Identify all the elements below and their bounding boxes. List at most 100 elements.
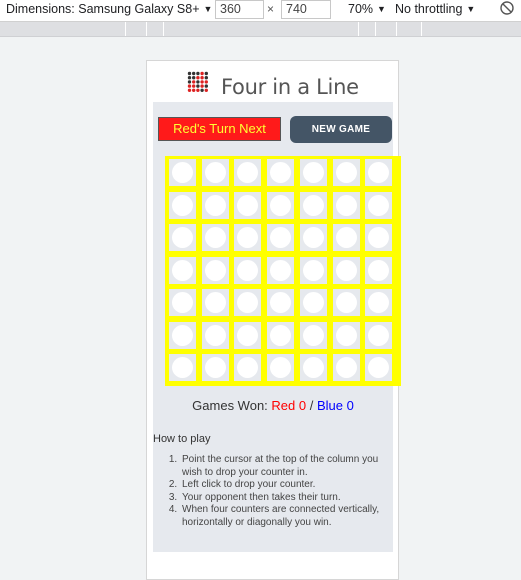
board-slot[interactable] <box>365 224 393 251</box>
board-slot[interactable] <box>299 256 327 284</box>
board-slot[interactable] <box>234 224 262 251</box>
board-slot[interactable] <box>169 159 196 186</box>
board-slot[interactable] <box>365 256 393 284</box>
logo-dot <box>187 88 192 92</box>
board-slot[interactable] <box>332 354 360 381</box>
logo-dot <box>196 88 200 92</box>
board-slot[interactable] <box>169 224 196 251</box>
board-slot[interactable] <box>201 191 229 219</box>
new-game-button[interactable]: NEW GAME <box>290 116 392 143</box>
empty-slot-circle <box>204 194 226 216</box>
board-slot[interactable] <box>332 191 360 219</box>
red-score: Red 0 <box>271 398 307 413</box>
board-slot[interactable] <box>169 289 196 316</box>
empty-slot-circle <box>335 357 357 378</box>
empty-slot-circle <box>270 227 292 248</box>
empty-slot-circle <box>335 162 357 183</box>
empty-slot-circle <box>172 194 193 216</box>
logo-dot <box>187 76 192 80</box>
empty-slot-circle <box>204 357 226 378</box>
throttle-selector[interactable]: No throttling ▼ <box>395 2 475 16</box>
board-slot[interactable] <box>299 159 327 186</box>
board-slot[interactable] <box>332 159 360 186</box>
board-slot[interactable] <box>234 289 262 316</box>
empty-slot-circle <box>302 227 324 248</box>
board-slot[interactable] <box>332 321 360 349</box>
empty-slot-circle <box>237 227 259 248</box>
media-query-marker <box>421 22 422 36</box>
empty-slot-circle <box>237 292 259 313</box>
logo-dot <box>192 84 196 88</box>
empty-slot-circle <box>270 162 292 183</box>
board-slot[interactable] <box>365 354 393 381</box>
how-to-play-list: Point the cursor at the top of the colum… <box>153 454 385 529</box>
board-slot[interactable] <box>201 256 229 284</box>
board-slot[interactable] <box>332 289 360 316</box>
board-slot[interactable] <box>169 256 196 284</box>
logo-dot <box>200 76 204 80</box>
device-selector[interactable]: Dimensions: Samsung Galaxy S8+ ▼ <box>6 2 212 16</box>
board-slot[interactable] <box>201 354 229 381</box>
empty-slot-circle <box>335 292 357 313</box>
device-viewport: Four in a Line Red's Turn Next NEW GAME … <box>146 60 401 580</box>
throttle-label: No throttling <box>395 2 463 16</box>
board-slot[interactable] <box>169 354 196 381</box>
board-slot[interactable] <box>267 224 295 251</box>
board-slot[interactable] <box>234 159 262 186</box>
board-slot[interactable] <box>267 256 295 284</box>
rotate-icon[interactable] <box>499 0 515 19</box>
board-slot[interactable] <box>234 191 262 219</box>
board-slot[interactable] <box>332 256 360 284</box>
board-slot[interactable] <box>365 191 393 219</box>
board-slot[interactable] <box>365 159 393 186</box>
board-slot[interactable] <box>299 354 327 381</box>
empty-slot-circle <box>302 162 324 183</box>
logo-dot <box>200 71 204 76</box>
board-slot[interactable] <box>201 224 229 251</box>
game-board[interactable] <box>165 156 401 386</box>
empty-slot-circle <box>172 227 193 248</box>
device-label: Dimensions: Samsung Galaxy S8+ <box>6 2 200 16</box>
media-query-marker <box>375 22 376 36</box>
logo-dot <box>192 71 196 76</box>
board-slot[interactable] <box>365 321 393 349</box>
width-input[interactable]: 360 <box>215 0 264 19</box>
logo-dot <box>187 84 192 88</box>
board-slot[interactable] <box>332 224 360 251</box>
empty-slot-circle <box>172 324 193 346</box>
board-slot[interactable] <box>299 224 327 251</box>
media-query-bar[interactable] <box>0 22 521 37</box>
board-slot[interactable] <box>365 289 393 316</box>
logo-dot <box>204 84 208 88</box>
board-slot[interactable] <box>267 289 295 316</box>
board-slot[interactable] <box>299 191 327 219</box>
board-slot[interactable] <box>169 191 196 219</box>
empty-slot-circle <box>302 357 324 378</box>
board-slot[interactable] <box>201 289 229 316</box>
board-slot[interactable] <box>267 191 295 219</box>
board-slot[interactable] <box>267 321 295 349</box>
empty-slot-circle <box>237 259 259 281</box>
zoom-selector[interactable]: 70% ▼ <box>348 2 386 16</box>
zoom-label: 70% <box>348 2 374 16</box>
board-slot[interactable] <box>234 354 262 381</box>
board-slot[interactable] <box>267 354 295 381</box>
empty-slot-circle <box>335 227 357 248</box>
game-panel: Red's Turn Next NEW GAME Games Won: Red … <box>153 102 401 552</box>
board-slot[interactable] <box>201 321 229 349</box>
rotate-icon-svg <box>500 1 514 15</box>
board-slot[interactable] <box>201 159 229 186</box>
board-slot[interactable] <box>299 321 327 349</box>
board-slot[interactable] <box>169 321 196 349</box>
height-input[interactable]: 740 <box>281 0 331 19</box>
board-slot[interactable] <box>299 289 327 316</box>
board-slot[interactable] <box>267 159 295 186</box>
board-slot[interactable] <box>234 256 262 284</box>
empty-slot-circle <box>302 292 324 313</box>
how-to-play-heading: How to play <box>153 433 211 445</box>
turn-indicator: Red's Turn Next <box>158 117 281 141</box>
how-to-step: Your opponent then takes their turn. <box>180 492 385 505</box>
empty-slot-circle <box>172 292 193 313</box>
board-slot[interactable] <box>234 321 262 349</box>
empty-slot-circle <box>270 194 292 216</box>
